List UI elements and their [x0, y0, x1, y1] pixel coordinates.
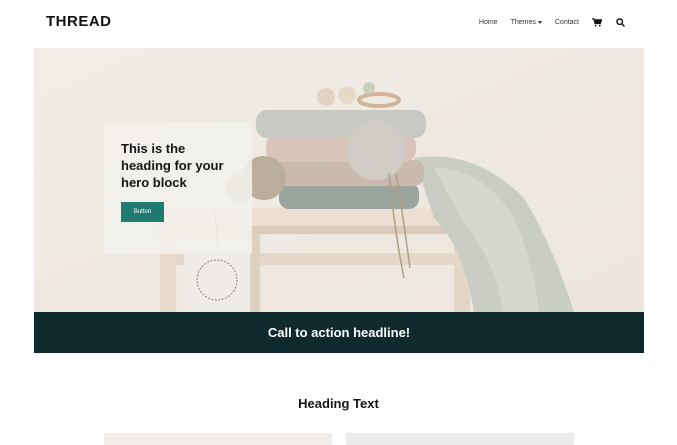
content-card[interactable] — [104, 433, 332, 445]
hero-card: This is the heading for your hero block … — [104, 122, 252, 254]
cart-icon[interactable] — [592, 17, 602, 27]
nav-contact-label: Contact — [554, 18, 579, 26]
nav-item-contact[interactable]: Contact — [555, 19, 579, 26]
nav-item-themes[interactable]: Themes — [511, 19, 542, 26]
nav-home-label: Home — [478, 18, 498, 26]
content-card[interactable] — [346, 433, 574, 445]
hero-block: This is the heading for your hero block … — [34, 48, 644, 312]
cta-headline: Call to action headline! — [267, 325, 411, 340]
search-icon[interactable] — [615, 17, 625, 27]
cta-banner: Call to action headline! — [34, 312, 644, 353]
hero-button[interactable]: Button — [121, 202, 164, 222]
site-logo[interactable]: THREAD — [46, 13, 112, 30]
site-header: THREAD Home Themes Contact — [0, 0, 677, 48]
nav-item-home[interactable]: Home — [479, 19, 498, 26]
main-nav: Home Themes Contact — [466, 17, 625, 27]
chevron-down-icon — [537, 20, 542, 24]
nav-themes-label: Themes — [510, 18, 536, 26]
hero-heading: This is the heading for your hero block — [121, 141, 224, 190]
section-heading: Heading Text — [298, 396, 379, 411]
